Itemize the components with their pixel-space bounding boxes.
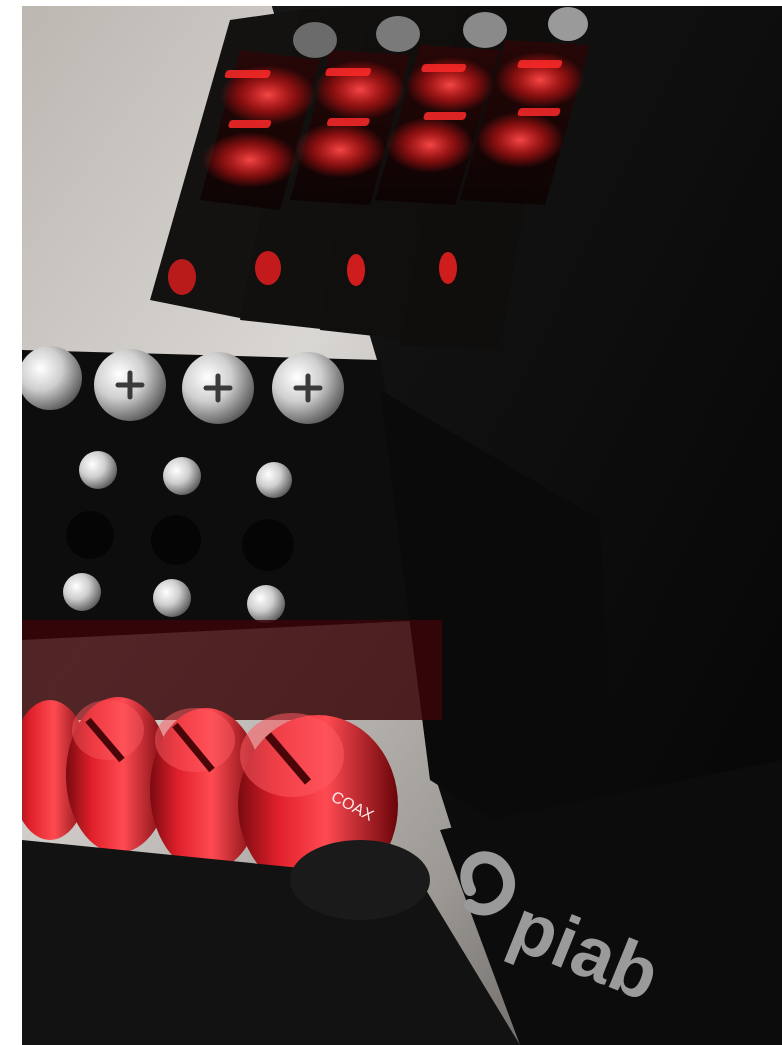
product-photo-svg: COAX piab xyxy=(0,0,782,1045)
frame-left xyxy=(0,0,22,1045)
screws-lower xyxy=(63,451,294,623)
red-glow-zone xyxy=(22,620,442,720)
product-photo: COAX piab xyxy=(0,0,782,1045)
screw-icon xyxy=(18,346,82,410)
frame-top xyxy=(0,0,782,6)
